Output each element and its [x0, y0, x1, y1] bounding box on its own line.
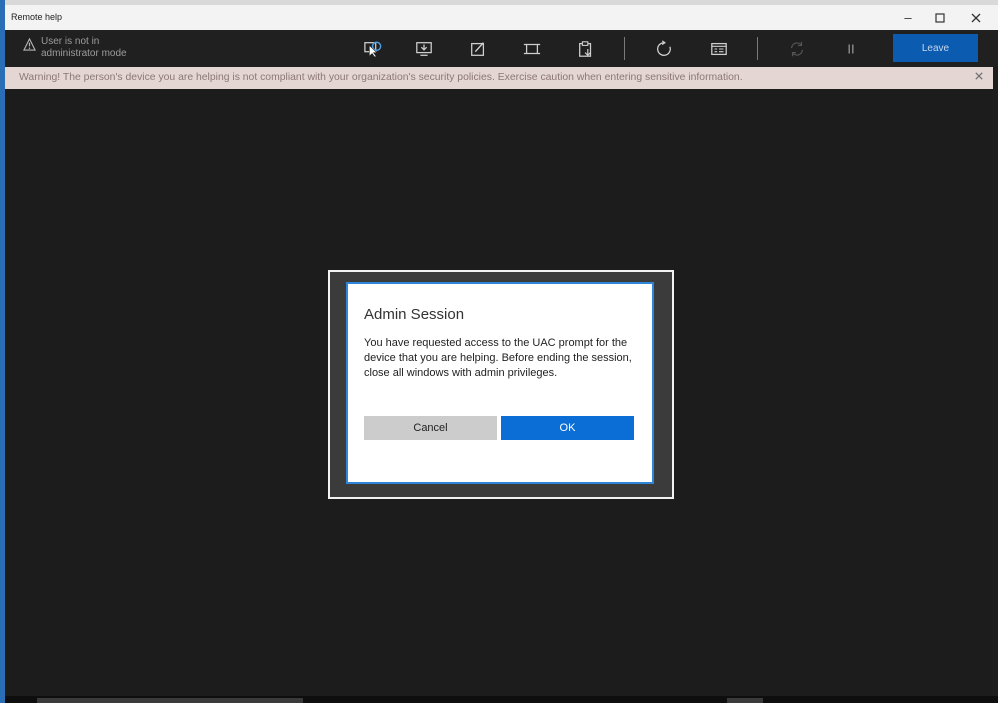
remote-help-window: Remote help – User is not in administrat…	[0, 0, 998, 703]
close-icon	[975, 72, 983, 80]
scrollbar-segment	[727, 698, 763, 703]
admin-session-dialog: Admin Session You have requested access …	[346, 282, 654, 484]
admin-status: User is not in administrator mode	[23, 36, 151, 60]
maximize-icon	[935, 12, 945, 23]
refresh-icon	[790, 41, 804, 57]
restart-icon	[657, 40, 671, 56]
annotate-button[interactable]	[467, 38, 489, 60]
cancel-button[interactable]: Cancel	[364, 416, 497, 440]
horizontal-scrollbar[interactable]	[5, 696, 998, 703]
task-manager-button[interactable]	[708, 38, 730, 60]
restart-button[interactable]	[653, 38, 675, 60]
title-bar: Remote help –	[5, 5, 998, 31]
task-manager-icon	[711, 42, 727, 56]
minimize-icon: –	[904, 10, 912, 25]
view-screen-icon	[416, 42, 432, 56]
maximize-button[interactable]	[922, 5, 958, 30]
ok-button[interactable]: OK	[501, 416, 634, 440]
annotate-icon	[471, 42, 485, 56]
refresh-button[interactable]	[786, 38, 808, 60]
fit-to-screen-button[interactable]	[521, 38, 543, 60]
pause-button[interactable]	[840, 38, 862, 60]
close-window-button[interactable]	[958, 5, 994, 30]
modal-frame: Admin Session You have requested access …	[328, 270, 674, 499]
view-screen-button[interactable]	[413, 38, 435, 60]
scrollbar-thumb[interactable]	[37, 698, 303, 703]
toolbar-separator	[757, 37, 758, 60]
dialog-message: You have requested access to the UAC pro…	[364, 337, 632, 379]
warning-icon	[23, 38, 36, 51]
window-title: Remote help	[11, 12, 63, 22]
fit-to-screen-icon	[523, 43, 541, 55]
toolbar: User is not in administrator mode Leave	[5, 30, 998, 67]
pause-icon	[848, 44, 854, 54]
warning-bar: Warning! The person's device you are hel…	[5, 67, 993, 89]
toolbar-separator	[624, 37, 625, 60]
request-elevation-button[interactable]	[362, 38, 384, 60]
close-icon	[971, 13, 981, 22]
minimize-button[interactable]: –	[890, 5, 926, 30]
dialog-title: Admin Session	[364, 306, 465, 323]
clipboard-icon	[579, 41, 592, 57]
clipboard-button[interactable]	[575, 38, 597, 60]
leave-button[interactable]: Leave	[893, 34, 978, 62]
admin-status-text: User is not in administrator mode	[41, 36, 127, 59]
warning-close-button[interactable]	[975, 71, 983, 83]
request-elevation-icon	[364, 41, 382, 58]
warning-text: Warning! The person's device you are hel…	[19, 72, 743, 83]
